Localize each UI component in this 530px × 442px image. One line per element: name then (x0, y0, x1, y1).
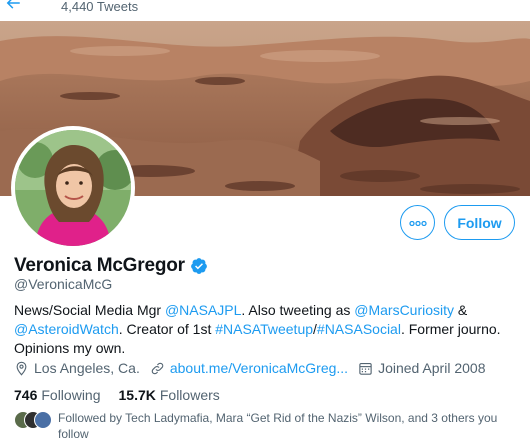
bio-text: . Creator of 1st (118, 321, 216, 337)
bio-mention-marscuriosity[interactable]: @MarsCuriosity (354, 302, 454, 318)
profile-header-bar: 4,440 Tweets (0, 0, 530, 21)
profile-joined-date: Joined April 2008 (358, 360, 485, 376)
followed-by[interactable]: Followed by Tech Ladymafia, Mara “Get Ri… (14, 410, 519, 442)
joined-text: Joined April 2008 (378, 360, 486, 376)
bio-mention-nasajpl[interactable]: @NASAJPL (165, 302, 241, 318)
calendar-icon (359, 362, 372, 375)
more-options-button[interactable] (400, 205, 435, 240)
following-label: Following (41, 387, 101, 403)
mutual-follower-avatars (14, 411, 52, 429)
more-dots-icon (409, 221, 427, 226)
followed-by-text: Followed by Tech Ladymafia, Mara “Get Ri… (58, 411, 498, 441)
following-count: 746 (14, 387, 38, 403)
profile-location: Los Angeles, Ca. (14, 360, 140, 376)
location-pin-icon (16, 361, 27, 376)
profile-website[interactable]: about.me/VeronicaMcGreg... (150, 360, 348, 376)
location-text: Los Angeles, Ca. (34, 360, 140, 376)
followers-count: 15.7K (118, 387, 156, 403)
verified-badge-icon (190, 258, 207, 274)
profile-meta: Los Angeles, Ca. about.me/VeronicaMcGreg… (14, 360, 495, 376)
link-icon (151, 362, 164, 374)
follow-stats: 746 Following 15.7K Followers (14, 387, 238, 403)
followers-link[interactable]: 15.7K Followers (119, 387, 220, 403)
bio-mention-asteroidwatch[interactable]: @AsteroidWatch (14, 321, 119, 337)
bio-hashtag-nasasocial[interactable]: #NASASocial (317, 321, 401, 337)
profile-bio: News/Social Media Mgr @NASAJPL. Also twe… (14, 301, 519, 358)
bio-text: . Also tweeting as (241, 302, 355, 318)
follow-button[interactable]: Follow (444, 205, 515, 240)
mutual-follower-avatar (34, 411, 52, 429)
display-name: Veronica McGregor (14, 255, 185, 276)
following-link[interactable]: 746 Following (14, 387, 101, 403)
arrow-left-icon[interactable] (4, 0, 22, 12)
followers-label: Followers (159, 387, 220, 403)
display-name-row: Veronica McGregor (14, 255, 208, 277)
bio-text: & (454, 302, 468, 318)
bio-text: News/Social Media Mgr (14, 302, 165, 318)
tweet-count: 4,440 Tweets (61, 0, 139, 14)
profile-avatar[interactable] (11, 126, 135, 250)
profile-handle: @VeronicaMcG (14, 276, 113, 292)
bio-hashtag-nasatweetup[interactable]: #NASATweetup (215, 321, 313, 337)
website-link[interactable]: about.me/VeronicaMcGreg... (170, 360, 348, 376)
